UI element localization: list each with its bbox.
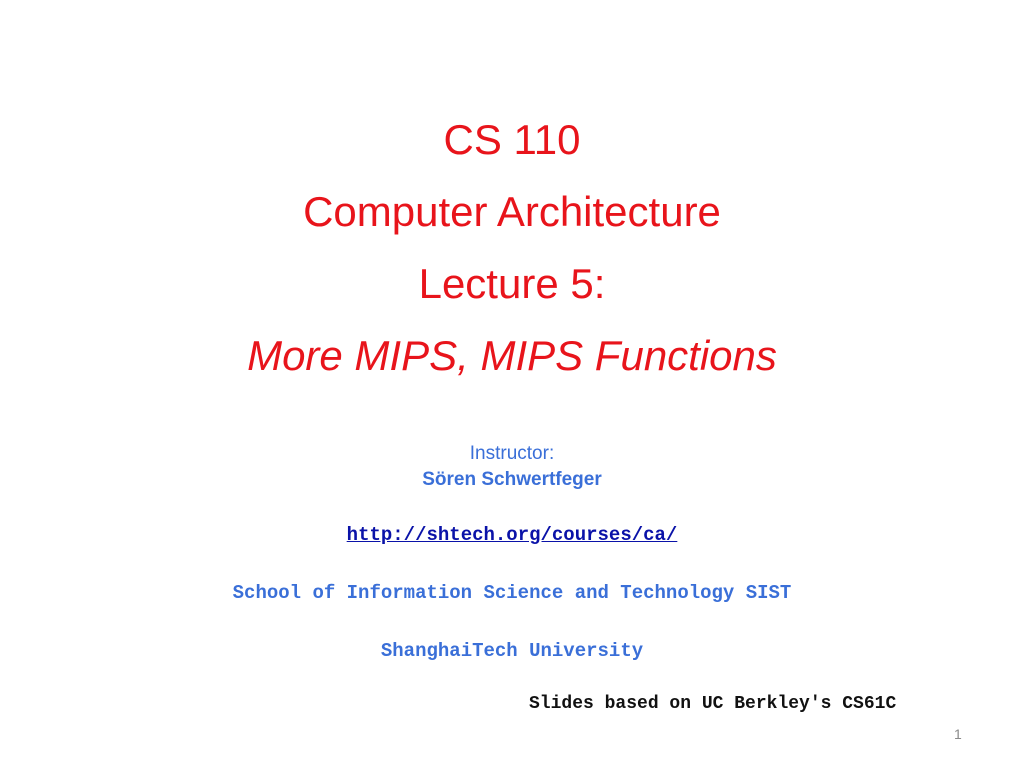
- course-url-link[interactable]: http://shtech.org/courses/ca/: [347, 524, 678, 546]
- instructor-label: Instructor:: [469, 443, 555, 464]
- school-name: School of Information Science and Techno…: [232, 582, 792, 604]
- course-code: CS 110: [443, 116, 581, 163]
- lecture-number: Lecture 5:: [418, 260, 606, 307]
- slide-title: CS 110 Computer Architecture Lecture 5: …: [0, 104, 1024, 392]
- course-name: Computer Architecture: [303, 188, 721, 235]
- course-url-container: http://shtech.org/courses/ca/: [0, 524, 1024, 546]
- slides-credit: Slides based on UC Berkley's CS61C: [529, 694, 897, 714]
- instructor-name: Sören Schwertfeger: [422, 469, 602, 490]
- lecture-topic: More MIPS, MIPS Functions: [247, 332, 777, 379]
- page-number: 1: [954, 726, 962, 742]
- university-name: ShanghaiTech University: [380, 640, 644, 662]
